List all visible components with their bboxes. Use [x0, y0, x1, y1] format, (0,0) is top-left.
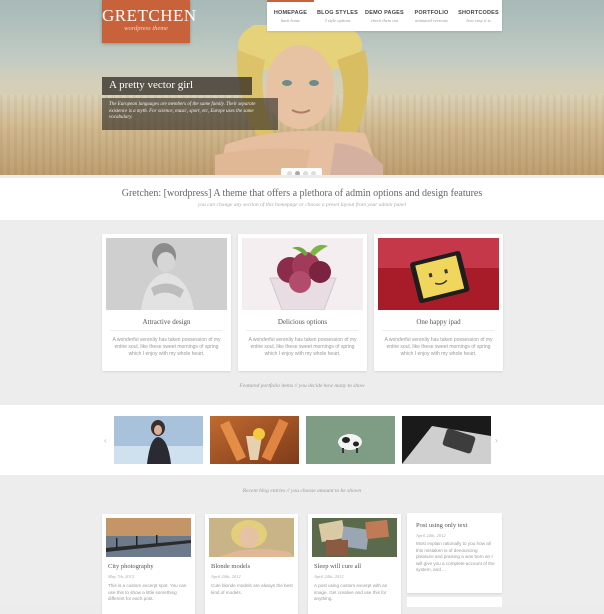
blog-date: May 7th, 2012	[108, 574, 135, 579]
divider	[382, 330, 495, 331]
nav-sublabel: animated versions	[415, 18, 448, 23]
blog-section: Recent blog entries // you choose amount…	[0, 475, 604, 614]
chevron-right-icon[interactable]: ›	[495, 436, 498, 445]
portfolio-item-model[interactable]	[114, 416, 203, 464]
portfolio-item-drink[interactable]	[210, 416, 299, 464]
blog-card[interactable]: Blonde models April 24th, 2012 Cute blon…	[205, 514, 298, 614]
blog-excerpt: A post using custom excerpt with an imag…	[314, 583, 388, 601]
nav-label: DEMO PAGES	[365, 10, 404, 16]
nav-sublabel: back home	[280, 18, 301, 23]
divider	[110, 330, 223, 331]
feature-image-dessert	[242, 238, 363, 310]
feature-card[interactable]: One happy ipad A wonderful serenity has …	[374, 234, 503, 371]
nav-item-portfolio[interactable]: PORTFOLIO animated versions	[408, 0, 455, 31]
blog-excerpt: This is a custom excerpt spot. You can u…	[108, 583, 187, 601]
slider-dot-active[interactable]	[295, 170, 300, 175]
post-excerpt: Most explain rationally to you how all t…	[416, 541, 495, 573]
blog-card[interactable]: City photography May 7th, 2012 This is a…	[102, 514, 195, 614]
blog-title[interactable]: Blonde models	[211, 563, 250, 570]
blog-title[interactable]: Sleep will cure all	[314, 563, 361, 570]
portfolio-item-cow[interactable]	[306, 416, 395, 464]
hero-description: The European languages are members of th…	[102, 98, 278, 130]
chevron-left-icon[interactable]: ‹	[104, 436, 107, 445]
main-nav: HOMEPAGE back home BLOG STYLES 3 style o…	[267, 0, 502, 31]
tagline-section: Gretchen: [wordpress] A theme that offer…	[0, 178, 604, 220]
features-section: Attractive design A wonderful serenity h…	[0, 220, 604, 405]
portfolio-strip: ‹ ›	[0, 405, 604, 475]
blog-image-photos	[312, 518, 397, 557]
nav-item-homepage[interactable]: HOMEPAGE back home	[267, 0, 314, 31]
slider-dot[interactable]	[287, 170, 292, 175]
blog-card[interactable]: Sleep will cure all April 24th, 2012 A p…	[308, 514, 401, 614]
feature-image-ipad	[378, 238, 499, 310]
feature-text: A wonderful serenity has taken possessio…	[384, 337, 493, 358]
feature-card[interactable]: Attractive design A wonderful serenity h…	[102, 234, 231, 371]
feature-title: Attractive design	[142, 318, 191, 326]
nav-label: PORTFOLIO	[414, 10, 449, 16]
feature-title: One happy ipad	[416, 318, 461, 326]
blog-caption: Recent blog entries // you choose amount…	[242, 488, 362, 494]
nav-sublabel: 3 style options	[324, 18, 351, 23]
feature-text: A wonderful serenity has taken possessio…	[112, 337, 221, 358]
post-date: April 24th, 2012	[416, 533, 446, 538]
nav-label: HOMEPAGE	[273, 10, 308, 16]
feature-card[interactable]: Delicious options A wonderful serenity h…	[238, 234, 367, 371]
text-post-card-2[interactable]	[407, 597, 502, 607]
blog-title[interactable]: City photography	[108, 563, 154, 570]
text-post-card[interactable]: Post using only text April 24th, 2012 Mo…	[407, 513, 502, 593]
nav-label: BLOG STYLES	[316, 10, 358, 16]
blog-excerpt: Cute blonde models are always the best k…	[211, 583, 293, 595]
portfolio-caption: Featured portfolio items // you decide h…	[239, 383, 365, 389]
slider-pagination	[281, 168, 322, 175]
slider-dot[interactable]	[311, 170, 316, 175]
nav-item-demo-pages[interactable]: DEMO PAGES check them out	[361, 0, 408, 31]
hero-slider[interactable]: GRETCHEN wordpress theme HOMEPAGE back h…	[0, 0, 604, 175]
blog-image-blonde	[209, 518, 294, 557]
nav-item-blog-styles[interactable]: BLOG STYLES 3 style options	[314, 0, 361, 31]
blog-image-pier	[106, 518, 191, 557]
nav-sublabel: how easy it is	[466, 18, 491, 23]
blog-date: April 24th, 2012	[211, 574, 241, 579]
feature-text: A wonderful serenity has taken possessio…	[248, 337, 357, 358]
hero-caption: A pretty vector girl	[102, 77, 252, 95]
post-title[interactable]: Post using only text	[416, 522, 467, 529]
nav-label: SHORTCODES	[458, 10, 499, 16]
logo-subtitle: wordpress theme	[124, 25, 168, 32]
feature-title: Delicious options	[277, 318, 328, 326]
feature-image-woman	[106, 238, 227, 310]
logo-title: GRETCHEN	[102, 6, 197, 25]
site-logo[interactable]: GRETCHEN wordpress theme	[102, 0, 197, 43]
tagline-heading: Gretchen: [wordpress] A theme that offer…	[121, 188, 483, 199]
nav-sublabel: check them out	[371, 18, 398, 23]
portfolio-item-phone[interactable]	[402, 416, 491, 464]
nav-item-shortcodes[interactable]: SHORTCODES how easy it is	[455, 0, 502, 31]
tagline-subheading: you can change any section of this homep…	[197, 202, 407, 208]
slider-dot[interactable]	[303, 170, 308, 175]
blog-date: April 24th, 2012	[314, 574, 344, 579]
divider	[246, 330, 359, 331]
